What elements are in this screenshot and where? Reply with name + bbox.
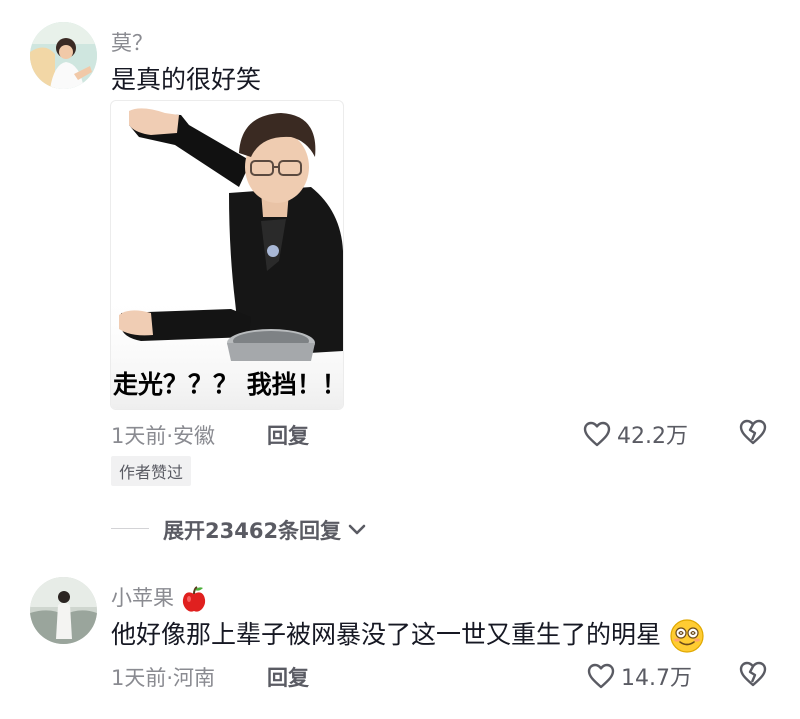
author-liked-badge: 作者赞过 — [111, 456, 192, 486]
sticker-illustration — [111, 108, 343, 409]
avatar[interactable] — [30, 577, 97, 644]
time-location: 1天前·安徽 — [111, 424, 216, 448]
comment-text: 他好像那上辈子被网暴没了这一世又重生了的明星 — [111, 615, 705, 654]
avatar[interactable] — [30, 22, 97, 89]
reply-button[interactable]: 回复 — [267, 662, 309, 692]
heart-outline-icon — [583, 421, 611, 447]
broken-heart-icon — [739, 419, 767, 445]
chevron-down-icon — [348, 524, 366, 535]
dislike-button[interactable] — [738, 660, 768, 692]
dislike-button[interactable] — [738, 418, 768, 450]
comment-text-body: 他好像那上辈子被网暴没了这一世又重生了的明星 — [111, 620, 662, 649]
username[interactable]: 小苹果 — [111, 582, 207, 613]
sticker-image[interactable]: 走光？？？ 我挡！！！ — [110, 100, 344, 410]
broken-heart-icon — [739, 661, 767, 687]
reply-button[interactable]: 回复 — [267, 420, 309, 450]
expand-replies-button[interactable]: 展开23462条回复 — [163, 515, 367, 545]
divider-line — [111, 528, 149, 529]
time-location: 1天前·河南 — [111, 666, 216, 690]
comment-text: 是真的很好笑 — [111, 65, 262, 94]
like-count: 14.7万 — [621, 666, 692, 691]
like-button[interactable]: 14.7万 — [587, 660, 692, 692]
expand-replies-label: 展开23462条回复 — [163, 519, 342, 543]
sticker-caption: 走光？？？ 我挡！！！ — [113, 370, 343, 399]
red-apple-emoji — [182, 586, 205, 612]
like-button[interactable]: 42.2万 — [583, 418, 688, 450]
username[interactable]: 莫？ — [111, 27, 153, 57]
heart-outline-icon — [587, 663, 615, 689]
username-text: 小苹果 — [111, 586, 174, 610]
avatar-image — [30, 22, 97, 89]
dizzy-face-emoji — [670, 619, 704, 653]
avatar-image — [30, 577, 97, 644]
like-count: 42.2万 — [617, 424, 688, 449]
